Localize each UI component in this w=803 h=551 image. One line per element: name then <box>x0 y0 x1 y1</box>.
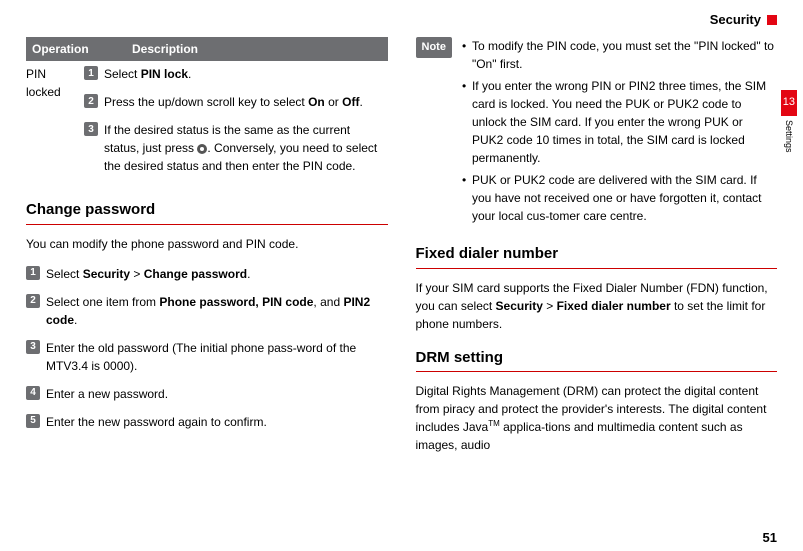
t: Press the up/down scroll key to select <box>104 95 308 109</box>
cp-step-1: 1 Select Security > Change password. <box>26 265 388 283</box>
t: . <box>359 95 362 109</box>
left-column: Operation Description PIN locked 1 Selec… <box>26 37 388 454</box>
heading-change-password: Change password <box>26 199 388 225</box>
t: . <box>74 313 77 327</box>
cp-step-4-text: Enter a new password. <box>46 385 388 403</box>
cp-step-5: 5 Enter the new password again to confir… <box>26 413 388 431</box>
t: Security <box>83 267 130 281</box>
t: > <box>543 299 557 313</box>
fixed-dialer-body: If your SIM card supports the Fixed Dial… <box>416 279 778 333</box>
change-password-intro: You can modify the phone password and PI… <box>26 235 388 253</box>
op-step-3: 3 If the desired status is the same as t… <box>84 121 388 175</box>
table-header-operation: Operation <box>32 40 132 58</box>
t: Change password <box>144 267 247 281</box>
t: PIN lock <box>141 67 188 81</box>
drm-body: Digital Rights Management (DRM) can prot… <box>416 382 778 454</box>
operation-name: PIN locked <box>26 65 84 185</box>
operation-steps: 1 Select PIN lock. 2 Press the up/down s… <box>84 65 388 185</box>
cp-step-1-text: Select Security > Change password. <box>46 265 388 283</box>
cp-step-4: 4 Enter a new password. <box>26 385 388 403</box>
t: On <box>308 95 325 109</box>
step-number-icon: 4 <box>26 386 40 400</box>
trademark-icon: TM <box>488 419 500 428</box>
heading-drm: DRM setting <box>416 347 778 373</box>
chapter-tab: 13 Settings <box>781 90 797 153</box>
chapter-label: Settings <box>784 120 794 153</box>
note-box: Note To modify the PIN code, you must se… <box>416 37 778 229</box>
page-header: Security <box>26 12 777 27</box>
step-number-icon: 5 <box>26 414 40 428</box>
op-step-1-text: Select PIN lock. <box>104 65 388 83</box>
t: Select <box>46 267 83 281</box>
step-number-icon: 2 <box>26 294 40 308</box>
step-number-icon: 2 <box>84 94 98 108</box>
t: . <box>247 267 250 281</box>
t: Fixed dialer number <box>557 299 671 313</box>
t: Off <box>342 95 359 109</box>
note-body: To modify the PIN code, you must set the… <box>462 37 777 229</box>
cp-step-2-text: Select one item from Phone password, PIN… <box>46 293 388 329</box>
heading-fixed-dialer: Fixed dialer number <box>416 243 778 269</box>
page-number: 51 <box>763 530 777 545</box>
t: . <box>188 67 191 81</box>
t: Select <box>104 67 141 81</box>
t: Phone password, PIN code <box>159 295 313 309</box>
note-label: Note <box>416 37 452 58</box>
op-step-1: 1 Select PIN lock. <box>84 65 388 83</box>
right-column: Note To modify the PIN code, you must se… <box>416 37 778 454</box>
op-step-2-text: Press the up/down scroll key to select O… <box>104 93 388 111</box>
t: Security <box>496 299 543 313</box>
note-item-3: PUK or PUK2 code are delivered with the … <box>462 171 777 225</box>
note-item-2: If you enter the wrong PIN or PIN2 three… <box>462 77 777 167</box>
op-step-3-text: If the desired status is the same as the… <box>104 121 388 175</box>
t: > <box>130 267 144 281</box>
table-row: PIN locked 1 Select PIN lock. 2 Press th… <box>26 61 388 185</box>
step-number-icon: 3 <box>26 340 40 354</box>
t: Select one item from <box>46 295 159 309</box>
chapter-number: 13 <box>781 90 797 116</box>
op-step-2: 2 Press the up/down scroll key to select… <box>84 93 388 111</box>
step-number-icon: 1 <box>84 66 98 80</box>
step-number-icon: 1 <box>26 266 40 280</box>
note-item-1: To modify the PIN code, you must set the… <box>462 37 777 73</box>
cp-step-3-text: Enter the old password (The initial phon… <box>46 339 388 375</box>
ok-button-icon <box>197 144 207 154</box>
table-header-description: Description <box>132 40 198 58</box>
table-header: Operation Description <box>26 37 388 61</box>
cp-step-3: 3 Enter the old password (The initial ph… <box>26 339 388 375</box>
t: , and <box>313 295 343 309</box>
cp-step-5-text: Enter the new password again to confirm. <box>46 413 388 431</box>
header-title: Security <box>710 12 761 27</box>
cp-step-2: 2 Select one item from Phone password, P… <box>26 293 388 329</box>
t: or <box>325 95 342 109</box>
change-password-steps: 1 Select Security > Change password. 2 S… <box>26 265 388 431</box>
step-number-icon: 3 <box>84 122 98 136</box>
header-marker-icon <box>767 15 777 25</box>
